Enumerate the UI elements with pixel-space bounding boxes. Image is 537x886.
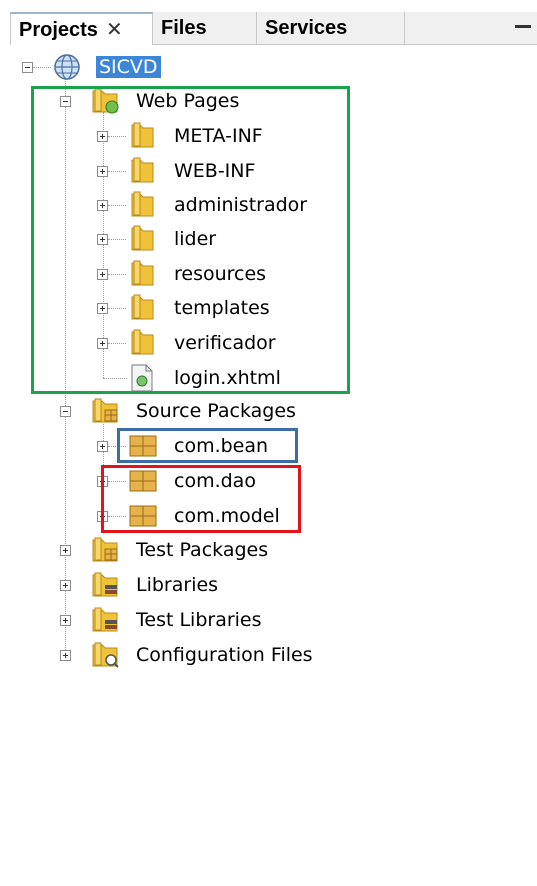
expand-toggle[interactable] [60, 615, 71, 626]
project-name: SICVD [96, 56, 161, 78]
expand-toggle[interactable] [60, 580, 71, 591]
tree-node-test-packages[interactable]: Test Packages [128, 533, 268, 567]
expand-toggle[interactable] [60, 650, 71, 661]
test-libraries-icon [92, 607, 118, 632]
configuration-files-icon [92, 642, 119, 668]
node-label: Source Packages [136, 400, 296, 422]
collapse-toggle[interactable] [22, 62, 33, 73]
red-highlight-box [101, 465, 301, 533]
tree-node-configuration-files[interactable]: Configuration Files [128, 638, 313, 672]
libraries-icon [92, 572, 118, 597]
node-label: Test Libraries [136, 609, 262, 631]
expand-toggle[interactable] [97, 441, 108, 452]
collapse-toggle[interactable] [60, 406, 71, 417]
source-packages-icon [92, 398, 118, 423]
tree-node-source-packages[interactable]: Source Packages [128, 394, 296, 428]
globe-icon [54, 54, 80, 80]
green-highlight-box [31, 86, 350, 394]
expand-toggle[interactable] [60, 545, 71, 556]
tree-node-test-libraries[interactable]: Test Libraries [128, 603, 262, 637]
tree-guide-line [33, 67, 51, 68]
blue-highlight-box [117, 428, 298, 463]
node-label: Configuration Files [136, 644, 313, 666]
node-label: Libraries [136, 574, 219, 596]
project-tree: SICVD Web Pages META-INF WEB-INF adminis… [0, 0, 537, 886]
node-label: Test Packages [136, 539, 269, 561]
tree-node-libraries[interactable]: Libraries [128, 568, 218, 602]
test-packages-icon [92, 537, 118, 562]
tree-node-root[interactable]: SICVD [88, 50, 161, 84]
